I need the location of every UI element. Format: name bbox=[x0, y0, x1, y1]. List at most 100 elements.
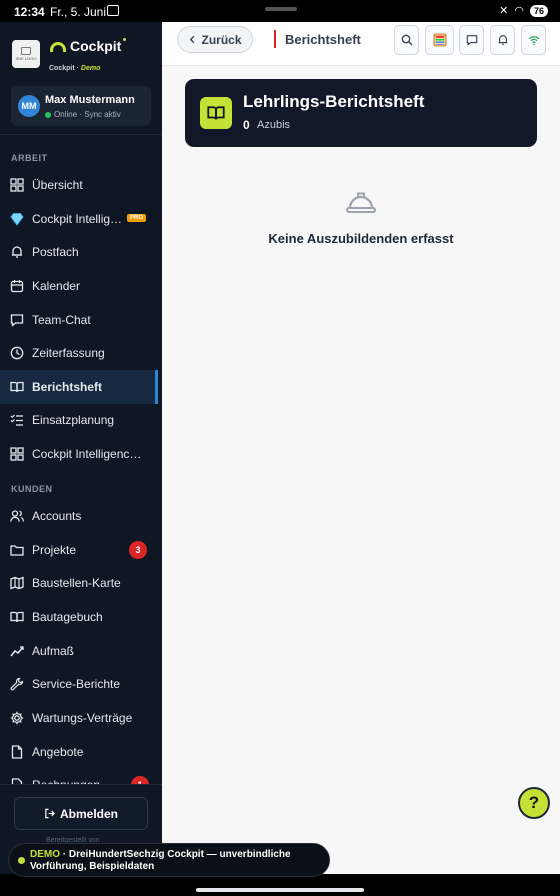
sidebar-item-maintenance-contracts[interactable]: Wartungs-Verträge bbox=[0, 701, 158, 735]
sidebar-item-label: Postfach bbox=[32, 245, 79, 259]
sidebar-item-label: Projekte bbox=[32, 543, 77, 557]
sidebar-item-label: Angebote bbox=[32, 745, 84, 759]
sidebar-item-offers[interactable]: Angebote bbox=[0, 735, 158, 769]
sidebar-item-label: Aufmaß bbox=[32, 644, 75, 658]
mute-icon: ✕ bbox=[499, 5, 509, 17]
brand-name: Cockpit bbox=[70, 38, 122, 54]
header-card: Lehrlings-Berichtsheft 0 Azubis bbox=[185, 79, 537, 147]
empty-state-text: Keine Auszubildenden erfasst bbox=[268, 231, 454, 246]
calendar-icon bbox=[10, 280, 24, 293]
sidebar-item-inbox[interactable]: Postfach bbox=[0, 235, 158, 269]
user-status: Online · Sync aktiv bbox=[45, 110, 121, 119]
sidebar-item-label: Cockpit Intelligenc… bbox=[32, 447, 142, 461]
battery-indicator: 76 bbox=[529, 4, 548, 17]
sidebar-item-team-chat[interactable]: Team-Chat bbox=[0, 303, 158, 337]
users-icon bbox=[10, 510, 24, 522]
logout-label: Abmelden bbox=[59, 806, 118, 821]
hard-hat-icon bbox=[346, 192, 376, 213]
sidebar-item-overview[interactable]: Übersicht bbox=[0, 168, 158, 202]
logout-button[interactable]: Abmelden bbox=[14, 797, 148, 830]
gear-icon bbox=[10, 711, 24, 725]
demo-banner: DEMO · DreiHundertSechzig Cockpit — unve… bbox=[8, 843, 330, 877]
image-icon bbox=[21, 47, 31, 55]
sidebar-item-label: Team-Chat bbox=[32, 313, 91, 327]
sidebar-item-service-reports[interactable]: Service-Berichte bbox=[0, 667, 158, 701]
sidebar-item-label: Accounts bbox=[32, 509, 82, 523]
messages-button[interactable] bbox=[459, 25, 484, 55]
logo-text: SHE LOGO bbox=[15, 56, 37, 61]
calculator-icon bbox=[433, 33, 446, 47]
sidebar-item-label: Service-Berichte bbox=[32, 677, 121, 691]
back-label: Zurück bbox=[201, 32, 242, 47]
sidebar-item-label: Übersicht bbox=[32, 178, 83, 192]
calculator-button[interactable] bbox=[425, 25, 454, 55]
grid-icon bbox=[10, 447, 24, 461]
sidebar-item-construction-diary[interactable]: Bautagebuch bbox=[0, 600, 158, 634]
bell-icon bbox=[498, 35, 507, 45]
sidebar-item-label: Bautagebuch bbox=[32, 610, 103, 624]
page-title: Berichtsheft bbox=[285, 32, 361, 47]
camera-notch bbox=[265, 7, 297, 11]
sidebar-item-deployment-planning[interactable]: Einsatzplanung bbox=[0, 403, 158, 437]
diamond-icon bbox=[10, 213, 24, 226]
home-indicator[interactable] bbox=[196, 888, 364, 892]
wifi-icon bbox=[528, 36, 539, 46]
chart-icon bbox=[10, 646, 24, 657]
status-date: Fr., 5. Juni bbox=[50, 5, 107, 19]
chevron-left-icon bbox=[190, 35, 195, 44]
sidebar: SHE LOGO Cockpit Cockpit · Demo MM Max M… bbox=[0, 22, 162, 874]
demo-banner-line1: DEMO · DreiHundertSechzig Cockpit — unve… bbox=[30, 849, 291, 860]
sidebar-item-site-map[interactable]: Baustellen-Karte bbox=[0, 566, 158, 600]
logout-icon bbox=[45, 808, 55, 819]
connection-status-button[interactable] bbox=[521, 25, 546, 55]
main-content: Zurück Berichtsheft Lehrlings-Berichtshe… bbox=[162, 22, 560, 874]
sidebar-item-time-tracking[interactable]: Zeiterfassung bbox=[0, 336, 158, 370]
sidebar-item-cockpit-intelligence[interactable]: Cockpit Intelligenc… bbox=[0, 437, 158, 471]
sidebar-item-projects[interactable]: Projekte 3 bbox=[0, 533, 158, 567]
book-icon bbox=[10, 381, 24, 393]
screenshot-icon bbox=[107, 5, 119, 16]
user-card[interactable]: MM Max Mustermann Online · Sync aktiv bbox=[11, 86, 151, 126]
chat-icon bbox=[466, 35, 477, 46]
sidebar-item-label: Kalender bbox=[32, 279, 81, 293]
status-time: 12:34 bbox=[14, 5, 45, 19]
chat-icon bbox=[10, 314, 24, 327]
sidebar-item-berichtsheft[interactable]: Berichtsheft bbox=[0, 370, 158, 404]
notifications-button[interactable] bbox=[490, 25, 515, 55]
demo-tag: DEMO bbox=[30, 849, 60, 860]
brand-demo-tag: Demo bbox=[80, 65, 101, 72]
brand-dot bbox=[123, 38, 126, 41]
wrench-icon bbox=[10, 677, 24, 691]
book-icon bbox=[10, 611, 24, 623]
avatar: MM bbox=[18, 95, 40, 117]
help-button[interactable]: ? bbox=[518, 787, 550, 819]
sidebar-item-cockpit-intelligence-pro[interactable]: Cockpit Intellig… PRO bbox=[0, 202, 158, 236]
title-accent bbox=[274, 30, 276, 48]
document-icon bbox=[11, 745, 23, 759]
demo-banner-line2: Vorführung, Beispieldaten bbox=[30, 861, 155, 872]
back-button[interactable]: Zurück bbox=[177, 26, 253, 53]
status-bar: 12:34 Fr., 5. Juni ✕ ◠ 76 bbox=[0, 0, 560, 22]
clock-icon bbox=[10, 346, 24, 360]
bell-icon bbox=[12, 246, 22, 258]
section-title-customers: KUNDEN bbox=[11, 484, 53, 494]
hero-book-icon bbox=[200, 97, 232, 129]
apprentice-count: 0 bbox=[243, 118, 250, 132]
grid-icon bbox=[10, 178, 24, 192]
search-button[interactable] bbox=[394, 25, 419, 55]
sidebar-item-label: Berichtsheft bbox=[32, 380, 103, 394]
section-title-work: ARBEIT bbox=[11, 153, 48, 163]
demo-indicator-icon bbox=[18, 857, 25, 864]
sidebar-divider bbox=[0, 134, 162, 135]
pro-badge: PRO bbox=[127, 214, 147, 222]
checklist-icon bbox=[10, 414, 23, 426]
brand-sub-prefix: Cockpit · bbox=[49, 65, 81, 72]
sidebar-item-calendar[interactable]: Kalender bbox=[0, 269, 158, 303]
sidebar-item-label: Einsatzplanung bbox=[32, 413, 115, 427]
status-icons: ✕ ◠ 76 bbox=[499, 4, 548, 17]
sidebar-item-label: Zeiterfassung bbox=[32, 346, 105, 360]
sidebar-item-accounts[interactable]: Accounts bbox=[0, 499, 158, 533]
cockpit-logo-icon bbox=[50, 42, 66, 52]
sidebar-item-measurement[interactable]: Aufmaß bbox=[0, 634, 158, 668]
user-status-text: Online · Sync aktiv bbox=[54, 110, 121, 119]
